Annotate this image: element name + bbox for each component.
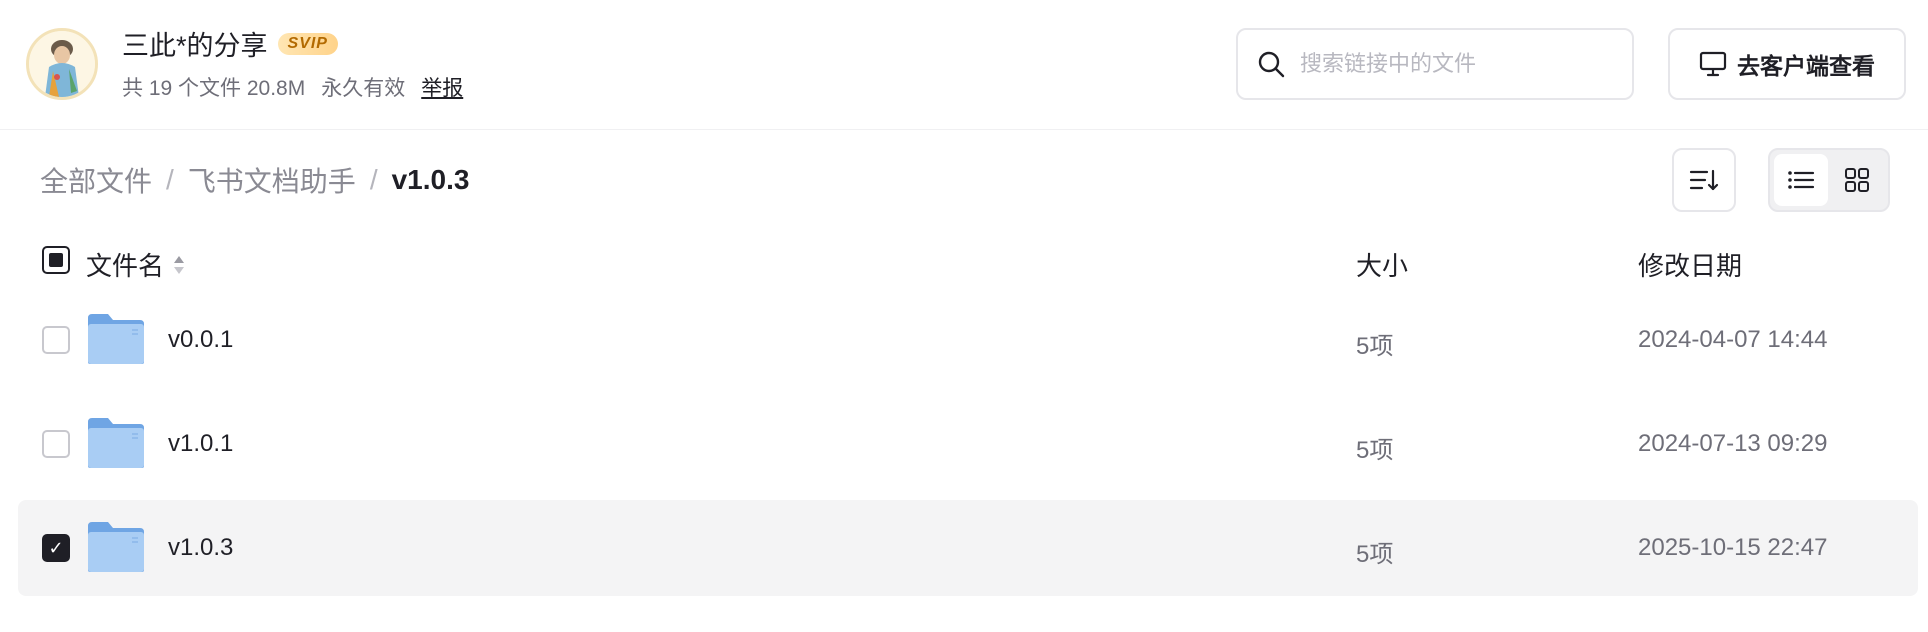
- breadcrumb-item-all-files[interactable]: 全部文件: [40, 160, 152, 200]
- avatar-illustration: [29, 31, 95, 97]
- breadcrumb: 全部文件 / 飞书文档助手 / v1.0.3: [40, 160, 469, 200]
- folder-icon: [88, 418, 144, 468]
- row-checkbox[interactable]: [42, 326, 70, 354]
- table-row[interactable]: ✓ v1.0.3 5项 2025-10-15 22:47: [18, 500, 1918, 596]
- breadcrumb-item-current: v1.0.3: [391, 164, 470, 195]
- select-all-checkbox[interactable]: [42, 246, 70, 274]
- view-toggle: [1768, 148, 1890, 212]
- row-checkbox[interactable]: ✓: [42, 534, 70, 562]
- column-header-name[interactable]: 文件名: [86, 246, 186, 283]
- search-input[interactable]: [1300, 51, 1600, 77]
- search-box[interactable]: [1236, 28, 1634, 100]
- breadcrumb-separator: /: [166, 164, 174, 195]
- validity-text: 永久有效: [321, 77, 406, 100]
- row-name[interactable]: v0.0.1: [168, 326, 233, 354]
- row-modified: 2025-10-15 22:47: [1638, 534, 1828, 561]
- report-link[interactable]: 举报: [421, 72, 463, 102]
- table-row[interactable]: v0.0.1 5项 2024-04-07 14:44: [18, 292, 1918, 388]
- column-header-modified: 修改日期: [1638, 251, 1743, 281]
- folder-icon: [88, 522, 144, 572]
- file-count: 共 19 个文件 20.8M: [122, 77, 306, 100]
- open-in-client-button[interactable]: 去客户端查看: [1668, 28, 1906, 100]
- sort-icon: [1689, 169, 1719, 191]
- grid-view-button[interactable]: [1830, 154, 1884, 206]
- share-meta: 共 19 个文件 20.8M 永久有效 举报: [122, 72, 463, 102]
- row-size: 5项: [1356, 541, 1394, 568]
- row-name[interactable]: v1.0.3: [168, 534, 233, 562]
- breadcrumb-item-folder[interactable]: 飞书文档助手: [188, 160, 356, 200]
- search-icon: [1258, 51, 1285, 78]
- row-name[interactable]: v1.0.1: [168, 430, 233, 458]
- grid-view-icon: [1845, 168, 1869, 192]
- folder-icon: [88, 314, 144, 364]
- row-size: 5项: [1356, 333, 1394, 360]
- table-header: 文件名 大小 修改日期: [0, 232, 1928, 288]
- sort-arrows-icon: [174, 255, 185, 274]
- column-header-name-label: 文件名: [86, 251, 165, 281]
- column-header-size: 大小: [1356, 251, 1409, 281]
- avatar[interactable]: [26, 28, 98, 100]
- monitor-icon: [1699, 51, 1727, 77]
- sort-button[interactable]: [1672, 148, 1736, 212]
- row-size: 5项: [1356, 437, 1394, 464]
- svip-badge: SVIP: [277, 32, 338, 55]
- list-view-icon: [1788, 171, 1815, 189]
- list-view-button[interactable]: [1774, 154, 1828, 206]
- row-checkbox[interactable]: [42, 430, 70, 458]
- share-owner: 三此*的分享 SVIP: [122, 24, 338, 63]
- row-modified: 2024-04-07 14:44: [1638, 326, 1828, 353]
- table-row[interactable]: v1.0.1 5项 2024-07-13 09:29: [18, 396, 1918, 492]
- share-header: 三此*的分享 SVIP 共 19 个文件 20.8M 永久有效 举报 去客户端查…: [0, 0, 1928, 130]
- row-modified: 2024-07-13 09:29: [1638, 430, 1828, 457]
- open-in-client-label: 去客户端查看: [1737, 53, 1875, 79]
- breadcrumb-separator: /: [369, 164, 378, 195]
- owner-name: 三此*的分享: [122, 31, 268, 61]
